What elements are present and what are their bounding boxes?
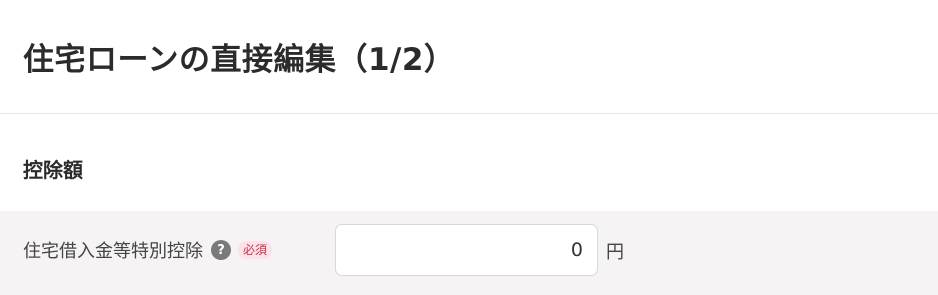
page-title: 住宅ローンの直接編集（1/2）	[23, 42, 456, 78]
page: 住宅ローンの直接編集（1/2） 控除額 住宅借入金等特別控除 ? 必須 円	[0, 0, 938, 295]
help-icon[interactable]: ?	[211, 240, 231, 260]
section-title: 控除額	[23, 158, 83, 182]
deduction-amount-input[interactable]	[335, 224, 598, 276]
field-label-container: 住宅借入金等特別控除 ? 必須	[23, 237, 273, 263]
form-row-housing-loan-deduction: 住宅借入金等特別控除 ? 必須 円	[0, 211, 938, 295]
unit-label: 円	[606, 242, 624, 263]
page-header: 住宅ローンの直接編集（1/2）	[0, 0, 938, 114]
field-label: 住宅借入金等特別控除	[23, 241, 203, 262]
required-badge: 必須	[238, 241, 273, 259]
